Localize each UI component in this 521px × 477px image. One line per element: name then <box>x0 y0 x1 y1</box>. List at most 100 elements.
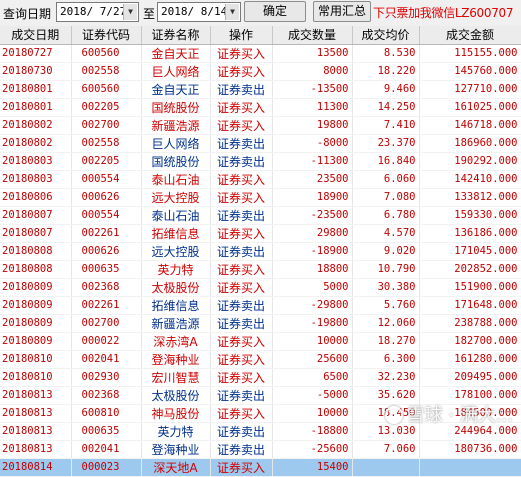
end-date-picker[interactable]: 2018/ 8/14 ▼ <box>157 2 241 22</box>
table-row[interactable]: 20180807 000554 泰山石油 证券卖出 -23500 6.780 159330.… <box>0 206 521 225</box>
table-row[interactable]: 20180802 002558 巨人网络 证券卖出 -8000 23.370 186960.… <box>0 134 521 153</box>
table-row[interactable]: 20180810 002041 登海种业 证券买入 25600 6.300 161280.0… <box>0 350 521 369</box>
security-name-cell: 神马股份 <box>141 404 211 423</box>
trade-date-cell: 20180809 <box>0 332 72 351</box>
operation-cell: 证券卖出 <box>210 314 273 333</box>
amount-cell <box>419 458 521 477</box>
table-row[interactable]: 20180802 002700 新疆浩源 证券买入 19800 7.410 146718.0… <box>0 116 521 135</box>
header-quantity[interactable]: 成交数量 <box>272 26 353 45</box>
trade-date-cell: 20180809 <box>0 296 72 315</box>
operation-cell: 证券卖出 <box>210 422 273 441</box>
security-name-cell: 国统股份 <box>141 152 211 171</box>
operation-cell: 证券买入 <box>210 404 273 423</box>
confirm-button[interactable]: 确定 <box>244 1 306 22</box>
table-row[interactable]: 20180810 002930 宏川智慧 证券买入 6500 32.230 209495.0… <box>0 368 521 387</box>
security-code-cell: 002261 <box>71 296 142 315</box>
avg-price-cell: 9.020 <box>352 242 420 261</box>
avg-price-cell: 14.250 <box>352 98 420 117</box>
security-code-cell: 600560 <box>71 80 142 99</box>
table-row[interactable]: 20180801 600560 金自天正 证券卖出 -13500 9.460 127710.… <box>0 80 521 99</box>
security-name-cell: 远大控股 <box>141 242 211 261</box>
avg-price-cell: 32.230 <box>352 368 420 387</box>
operation-cell: 证券卖出 <box>210 296 273 315</box>
avg-price-cell <box>352 458 420 477</box>
operation-cell: 证券买入 <box>210 458 273 477</box>
avg-price-cell: 7.080 <box>352 188 420 207</box>
table-row[interactable]: 20180801 002205 国统股份 证券买入 11300 14.250 161025.… <box>0 98 521 117</box>
security-code-cell: 002700 <box>71 116 142 135</box>
trade-date-cell: 20180727 <box>0 44 72 63</box>
amount-cell: 145760.000 <box>419 62 521 81</box>
operation-cell: 证券买入 <box>210 116 273 135</box>
operation-cell: 证券买入 <box>210 98 273 117</box>
amount-cell: 115155.000 <box>419 44 521 63</box>
ad-text: 下只票加我微信LZ600707 <box>373 6 514 20</box>
security-name-cell: 泰山石油 <box>141 170 211 189</box>
amount-cell: 161280.000 <box>419 350 521 369</box>
amount-cell: 186960.000 <box>419 134 521 153</box>
security-name-cell: 拓维信息 <box>141 224 211 243</box>
operation-cell: 证券买入 <box>210 224 273 243</box>
quantity-cell: 6500 <box>272 368 353 387</box>
table-row[interactable]: 20180803 000554 泰山石油 证券买入 23500 6.060 142410.0… <box>0 170 521 189</box>
security-code-cell: 002558 <box>71 62 142 81</box>
table-row[interactable]: 20180808 000635 英力特 证券买入 18800 10.790 202852.0… <box>0 260 521 279</box>
trade-date-cell: 20180810 <box>0 368 72 387</box>
table-row[interactable]: 20180814 000023 深天地A 证券买入 15400 <box>0 458 521 477</box>
operation-cell: 证券卖出 <box>210 440 273 459</box>
end-date-dropdown-icon[interactable]: ▼ <box>225 4 239 20</box>
security-name-cell: 深天地A <box>141 458 211 477</box>
header-amount[interactable]: 成交金额 <box>419 26 521 45</box>
table-row[interactable]: 20180730 002558 巨人网络 证券买入 8000 18.220 145760.0… <box>0 62 521 81</box>
table-row[interactable]: 20180727 600560 金自天正 证券买入 13500 8.530 115155.0… <box>0 44 521 63</box>
to-label: 至 <box>143 7 156 21</box>
table-row[interactable]: 20180813 002041 登海种业 证券卖出 -25600 7.060 180736.… <box>0 440 521 459</box>
security-code-cell: 600560 <box>71 44 142 63</box>
operation-cell: 证券买入 <box>210 170 273 189</box>
table-row[interactable]: 20180809 002700 新疆浩源 证券卖出 -19800 12.060 238788… <box>0 314 521 333</box>
security-code-cell: 000626 <box>71 242 142 261</box>
security-name-cell: 登海种业 <box>141 350 211 369</box>
operation-cell: 证券买入 <box>210 260 273 279</box>
table-row[interactable]: 20180809 002261 拓维信息 证券卖出 -29800 5.760 171648.… <box>0 296 521 315</box>
header-operation[interactable]: 操作 <box>210 26 273 45</box>
security-name-cell: 金自天正 <box>141 44 211 63</box>
trade-date-cell: 20180808 <box>0 242 72 261</box>
watermark: 雪球 · 满大... <box>384 401 513 427</box>
quantity-cell: 18900 <box>272 188 353 207</box>
quantity-cell: -13500 <box>272 80 353 99</box>
table-row[interactable]: 20180806 000626 远大控股 证券买入 18900 7.080 133812.0… <box>0 188 521 207</box>
query-date-label: 查询日期 <box>3 7 52 21</box>
quantity-cell: -25600 <box>272 440 353 459</box>
table-row[interactable]: 20180807 002261 拓维信息 证券买入 29800 4.570 136186.0… <box>0 224 521 243</box>
trade-date-cell: 20180809 <box>0 278 72 297</box>
amount-cell: 127710.000 <box>419 80 521 99</box>
security-code-cell: 002261 <box>71 224 142 243</box>
table-row[interactable]: 20180803 002205 国统股份 证券卖出 -11300 16.840 190292… <box>0 152 521 171</box>
summary-button[interactable]: 常用汇总 <box>313 1 371 22</box>
header-avg-price[interactable]: 成交均价 <box>352 26 420 45</box>
quantity-cell: 29800 <box>272 224 353 243</box>
header-security-code[interactable]: 证券代码 <box>71 26 142 45</box>
trade-date-cell: 20180810 <box>0 350 72 369</box>
amount-cell: 238788.000 <box>419 314 521 333</box>
amount-cell: 202852.000 <box>419 260 521 279</box>
security-code-cell: 600810 <box>71 404 142 423</box>
start-date-picker[interactable]: 2018/ 7/27 ▼ <box>56 2 139 22</box>
header-security-name[interactable]: 证券名称 <box>141 26 211 45</box>
avg-price-cell: 6.060 <box>352 170 420 189</box>
amount-cell: 209495.000 <box>419 368 521 387</box>
security-name-cell: 新疆浩源 <box>141 314 211 333</box>
start-date-dropdown-icon[interactable]: ▼ <box>123 4 137 20</box>
quantity-cell: 15400 <box>272 458 353 477</box>
amount-cell: 182700.000 <box>419 332 521 351</box>
amount-cell: 142410.000 <box>419 170 521 189</box>
operation-cell: 证券买入 <box>210 350 273 369</box>
table-row[interactable]: 20180809 002368 太极股份 证券买入 5000 30.380 151900.0… <box>0 278 521 297</box>
amount-cell: 161025.000 <box>419 98 521 117</box>
header-trade-date[interactable]: 成交日期 <box>0 26 72 45</box>
avg-price-cell: 5.760 <box>352 296 420 315</box>
table-row[interactable]: 20180808 000626 远大控股 证券卖出 -18900 9.020 171045.… <box>0 242 521 261</box>
quantity-cell: -11300 <box>272 152 353 171</box>
table-row[interactable]: 20180809 000022 深赤湾A 证券买入 10000 18.270 182700.… <box>0 332 521 351</box>
